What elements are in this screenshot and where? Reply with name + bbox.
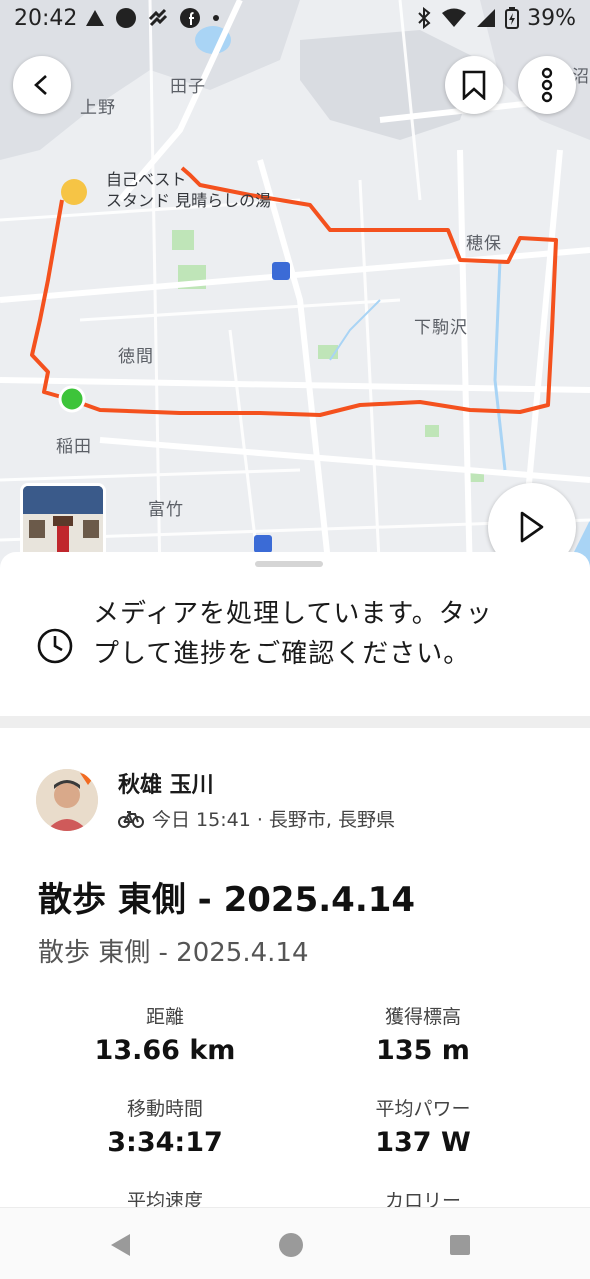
activity-subtitle: 散歩 東側 - 2025.4.14: [38, 938, 309, 968]
sheet-drag-handle[interactable]: [255, 561, 323, 567]
stat-value: 13.66 km: [94, 1035, 236, 1066]
stat-moving-time: 移動時間 3:34:17: [35, 1094, 295, 1158]
map-label-inada: 稲田: [56, 437, 92, 457]
bookmark-button[interactable]: [445, 56, 503, 114]
status-bar: 20:42 39%: [0, 0, 590, 36]
athlete-name[interactable]: 秋雄 玉川: [118, 767, 395, 799]
map-label-tokuma: 徳間: [118, 347, 154, 367]
media-processing-notice[interactable]: メディアを処理しています。タップして進捗をご確認ください。: [0, 582, 590, 714]
bluetooth-icon: [418, 7, 431, 29]
play-icon: [520, 511, 544, 543]
avatar[interactable]: [36, 768, 98, 831]
nav-recents-icon[interactable]: [449, 1234, 471, 1256]
stat-avg-power: 平均パワー 137 W: [293, 1094, 553, 1158]
wifi-icon: [442, 8, 467, 27]
bookmark-icon: [462, 70, 486, 100]
stat-value: 3:34:17: [107, 1127, 223, 1158]
back-arrow-icon: [34, 75, 47, 95]
map-label-poi-line2: スタンド 見晴らしの湯: [106, 191, 272, 210]
athlete-header[interactable]: 秋雄 玉川 今日 15:41 · 長野市, 長野県: [36, 767, 395, 832]
app-notification-icon: [149, 8, 168, 27]
poi-pin-icon: [61, 179, 87, 205]
stat-label: 平均速度: [126, 1190, 203, 1207]
map-label-poi-line1: 自己ベスト: [106, 170, 187, 189]
station-icon: [272, 262, 290, 280]
facebook-icon: [180, 8, 201, 28]
bicycle-icon: [118, 810, 144, 828]
map-label-ueno: 上野: [80, 98, 116, 118]
stat-label: 移動時間: [126, 1098, 203, 1120]
battery-icon: [505, 7, 520, 29]
notification-icons: [85, 7, 221, 29]
stat-label: カロリー: [384, 1190, 461, 1207]
activity-sheet[interactable]: メディアを処理しています。タップして進捗をご確認ください。 秋雄 玉川 今日 1…: [0, 552, 590, 1207]
avatar-image: [36, 768, 98, 831]
map-label-tomitake: 富竹: [148, 500, 184, 520]
stat-elevation-gain: 獲得標高 135 m: [293, 1002, 553, 1066]
nav-home-icon[interactable]: [278, 1232, 304, 1258]
stat-calories: カロリー: [293, 1186, 553, 1207]
map-label-tago: 田子: [170, 77, 206, 97]
stat-label: 距離: [145, 1006, 184, 1028]
activity-title: 散歩 東側 - 2025.4.14: [38, 880, 416, 920]
status-time: 20:42: [14, 5, 78, 31]
signal-icon: [477, 9, 496, 27]
back-button[interactable]: [13, 56, 71, 114]
stat-value: 137 W: [375, 1127, 471, 1158]
start-marker: [58, 385, 86, 413]
stat-avg-speed: 平均速度: [35, 1186, 295, 1207]
station-icon: [254, 535, 272, 553]
more-vertical-icon: [541, 67, 553, 103]
warning-icon: [86, 10, 105, 26]
dot-icon: [213, 15, 220, 21]
battery-percent: 39%: [527, 5, 576, 31]
map-label-shimokomazawa: 下駒沢: [414, 318, 468, 338]
nav-back-icon[interactable]: [108, 1232, 134, 1258]
map-label-hobo: 穂保: [466, 234, 502, 254]
clock-icon: [37, 628, 73, 664]
stat-distance: 距離 13.66 km: [35, 1002, 295, 1066]
activity-meta-text: 今日 15:41 · 長野市, 長野県: [152, 809, 395, 831]
media-notice-text: メディアを処理しています。タップして進捗をご確認ください。: [93, 599, 493, 669]
circle-notification-icon: [116, 8, 137, 28]
section-divider: [0, 716, 590, 728]
activity-meta: 今日 15:41 · 長野市, 長野県: [118, 805, 395, 832]
system-navigation-bar: [0, 1207, 590, 1279]
system-icons: 39%: [415, 6, 576, 31]
photo-thumbnail-image: [23, 486, 103, 560]
more-options-button[interactable]: [518, 56, 576, 114]
media-thumbnail[interactable]: [20, 483, 106, 563]
stat-label: 獲得標高: [384, 1006, 461, 1028]
stat-label: 平均パワー: [375, 1098, 471, 1120]
stat-value: 135 m: [376, 1035, 470, 1066]
